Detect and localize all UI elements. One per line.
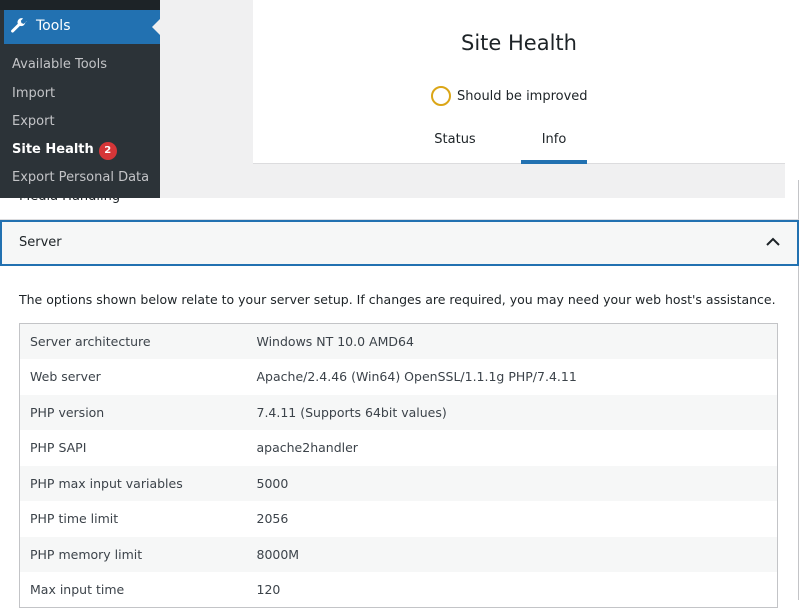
status-text: Should be improved	[457, 88, 588, 104]
site-health-label: Site Health	[12, 142, 94, 157]
submenu-export-personal-data[interactable]: Export Personal Data	[12, 170, 149, 185]
menu-item-above[interactable]	[0, 0, 160, 10]
submenu-site-health[interactable]: Site Health 2	[12, 142, 117, 160]
page-title: Site Health	[461, 31, 577, 55]
server-description: The options shown below relate to your s…	[19, 292, 776, 307]
row-label: PHP time limit	[30, 511, 119, 527]
server-panel: The options shown below relate to your s…	[0, 266, 799, 608]
table-row: Web server Apache/2.4.46 (Win64) OpenSSL/…	[20, 359, 778, 395]
tools-label: Tools	[36, 18, 71, 34]
table-row: Server architecture Windows NT 10.0 AMD64	[19, 323, 778, 359]
submenu-available-tools[interactable]: Available Tools	[12, 57, 107, 72]
tab-info[interactable]: Info	[521, 122, 587, 164]
row-value: 5000	[256, 475, 289, 491]
server-label: Server	[19, 235, 62, 250]
row-label: PHP version	[30, 404, 105, 420]
sidebar-item-tools[interactable]: Tools	[4, 10, 160, 44]
row-value: 2056	[256, 511, 289, 527]
update-count-badge: 2	[98, 142, 117, 160]
row-label: Web server	[30, 369, 101, 385]
row-label: PHP memory limit	[30, 546, 143, 562]
table-row: PHP version 7.4.11 (Supports 64bit values…	[19, 394, 778, 430]
submenu-export[interactable]: Export	[12, 114, 55, 129]
chevron-up-icon	[766, 237, 780, 246]
table-row: PHP SAPI apache2handler	[20, 430, 778, 466]
admin-sidebar: Tools Available Tools Import Export Site…	[0, 0, 160, 198]
row-value: 8000M	[256, 546, 300, 562]
row-value: apache2handler	[256, 440, 358, 456]
health-status: Should be improved	[431, 86, 588, 106]
table-row: Max input time 120	[20, 572, 778, 608]
row-label: Server architecture	[30, 334, 151, 349]
table-row: PHP max input variables 5000	[19, 465, 778, 501]
current-menu-arrow	[144, 19, 160, 35]
status-ring-icon	[431, 86, 451, 106]
server-info-table: Server architecture Windows NT 10.0 AMD64…	[19, 323, 778, 608]
row-value: Windows NT 10.0 AMD64	[256, 334, 414, 349]
row-label: Max input time	[30, 582, 125, 597]
tab-status[interactable]: Status	[425, 122, 485, 164]
row-label: PHP SAPI	[30, 440, 87, 456]
row-value: Apache/2.4.46 (Win64) OpenSSL/1.1.1g PHP…	[256, 369, 577, 385]
wrench-icon	[11, 18, 27, 33]
row-value: 7.4.11 (Supports 64bit values)	[256, 404, 447, 420]
accordion-server[interactable]: Server	[0, 220, 799, 266]
row-label: PHP max input variables	[30, 475, 183, 491]
table-row: PHP memory limit 8000M	[19, 536, 778, 572]
row-value: 120	[256, 582, 281, 597]
site-health-header: Site Health Should be improved Status In…	[253, 0, 785, 164]
submenu-import[interactable]: Import	[12, 86, 55, 101]
table-row: PHP time limit 2056	[20, 501, 778, 537]
